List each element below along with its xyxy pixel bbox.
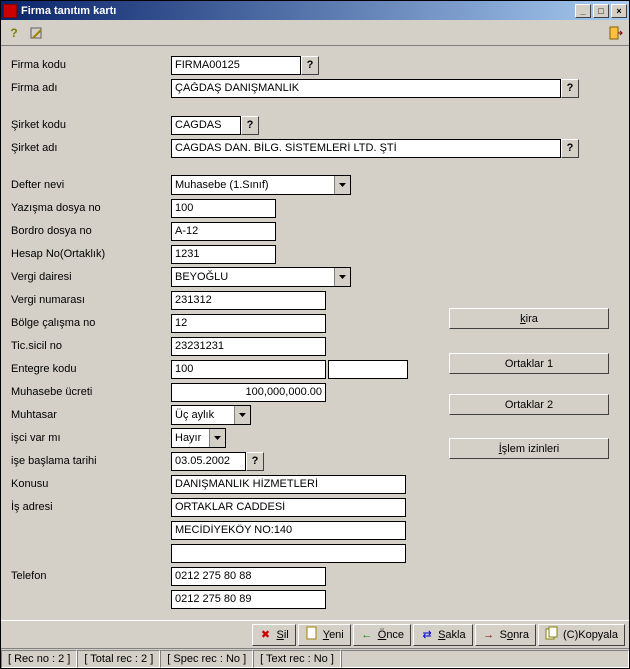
sonra-button[interactable]: → Sonra [475,624,536,646]
sirket-kodu-input[interactable] [171,116,241,135]
status-rec-no: [ Rec no : 2 ] [1,650,77,668]
entegre-extra-input[interactable] [328,360,408,379]
label-defter-nevi: Defter nevi [11,179,171,191]
minimize-button[interactable]: _ [575,4,591,18]
label-sirket-kodu: Şirket kodu [11,119,171,131]
sirket-kodu-lookup[interactable]: ? [241,116,259,135]
label-konusu: Konusu [11,478,171,490]
app-icon [3,4,17,18]
maximize-button[interactable]: □ [593,4,609,18]
ise-baslama-input[interactable] [171,452,246,471]
vergi-dairesi-value: BEYOĞLU [172,268,334,286]
isci-value: Hayır [172,429,209,447]
copy-icon [545,626,559,643]
label-firma-adi: Firma adı [11,82,171,94]
window-title: Firma tanıtım kartı [21,5,575,17]
bolge-input[interactable] [171,314,326,333]
defter-nevi-combo[interactable]: Muhasebe (1.Sınıf) [171,175,351,195]
tel1-input[interactable] [171,567,326,586]
status-total-rec: [ Total rec : 2 ] [77,650,160,668]
status-spec-rec: [ Spec rec : No ] [160,650,253,668]
firma-kodu-input[interactable] [171,56,301,75]
window-frame: Firma tanıtım kartı _ □ × ? Firma kodu ?… [0,0,630,669]
save-icon: ⇄ [420,628,434,641]
exit-icon[interactable] [605,22,627,44]
yazisma-input[interactable] [171,199,276,218]
statusbar: [ Rec no : 2 ] [ Total rec : 2 ] [ Spec … [1,648,629,668]
close-button[interactable]: × [611,4,627,18]
adres2-input[interactable] [171,521,406,540]
ortaklar2-button[interactable]: Ortaklar 2 [449,394,609,415]
label-bolge: Bölge çalışma no [11,317,171,329]
help-icon[interactable]: ? [3,22,25,44]
sirket-adi-lookup[interactable]: ? [561,139,579,158]
label-ise-baslama: işe başlama tarihi [11,455,171,467]
titlebar: Firma tanıtım kartı _ □ × [1,1,629,20]
label-telefon: Telefon [11,570,171,582]
ortaklar1-button[interactable]: Ortaklar 1 [449,353,609,374]
kira-button[interactable]: kira [449,308,609,329]
delete-icon: ✖ [259,628,273,641]
label-hesap-no: Hesap No(Ortaklık) [11,248,171,260]
konusu-input[interactable] [171,475,406,494]
form-area: Firma kodu ? Firma adı ? Şirket kodu ? Ş… [1,46,629,620]
label-tic-sicil: Tic.sicil no [11,340,171,352]
muhtasar-value: Üç aylık [172,406,234,424]
firma-adi-lookup[interactable]: ? [561,79,579,98]
firma-kodu-lookup[interactable]: ? [301,56,319,75]
firma-adi-input[interactable] [171,79,561,98]
title-controls: _ □ × [575,4,627,18]
vergi-dairesi-combo[interactable]: BEYOĞLU [171,267,351,287]
kopyala-button[interactable]: (C)Kopyala [538,624,625,646]
bordro-input[interactable] [171,222,276,241]
label-vergi-no: Vergi numarası [11,294,171,306]
label-entegre: Entegre kodu [11,363,171,375]
sirket-adi-input[interactable] [171,139,561,158]
label-muhtasar: Muhtasar [11,409,171,421]
chevron-down-icon[interactable] [209,429,225,447]
muhasebe-ucreti-input[interactable] [171,383,326,402]
adres3-input[interactable] [171,544,406,563]
new-icon [305,626,319,643]
next-icon: → [482,629,496,641]
prev-icon: ← [360,629,374,641]
label-vergi-dairesi: Vergi dairesi [11,271,171,283]
muhtasar-combo[interactable]: Üç aylık [171,405,251,425]
once-button[interactable]: ← Önce [353,624,411,646]
isci-combo[interactable]: Hayır [171,428,226,448]
yeni-button[interactable]: Yeni [298,624,351,646]
islem-izinleri-button[interactable]: İşlem izinleri [449,438,609,459]
entegre-input[interactable] [171,360,326,379]
bottom-toolbar: ✖ Sil Yeni ← Önce ⇄ Sakla → Sonra (C)Kop… [1,620,629,648]
hesap-no-input[interactable] [171,245,276,264]
chevron-down-icon[interactable] [234,406,250,424]
adres1-input[interactable] [171,498,406,517]
chevron-down-icon[interactable] [334,176,350,194]
toolbar-top: ? [1,20,629,46]
label-bordro: Bordro dosya no [11,225,171,237]
defter-nevi-value: Muhasebe (1.Sınıf) [172,176,334,194]
chevron-down-icon[interactable] [334,268,350,286]
status-text-rec: [ Text rec : No ] [253,650,341,668]
edit-icon[interactable] [25,22,47,44]
label-yazisma: Yazışma dosya no [11,202,171,214]
sil-button[interactable]: ✖ Sil [252,624,296,646]
label-muhasebe-ucreti: Muhasebe ücreti [11,386,171,398]
ise-baslama-lookup[interactable]: ? [246,452,264,471]
label-firma-kodu: Firma kodu [11,59,171,71]
label-isci: işci var mı [11,432,171,444]
label-is-adresi: İş adresi [11,501,171,513]
vergi-no-input[interactable] [171,291,326,310]
status-empty [341,650,629,668]
label-sirket-adi: Şirket adı [11,142,171,154]
tic-sicil-input[interactable] [171,337,326,356]
sakla-button[interactable]: ⇄ Sakla [413,624,473,646]
tel2-input[interactable] [171,590,326,609]
